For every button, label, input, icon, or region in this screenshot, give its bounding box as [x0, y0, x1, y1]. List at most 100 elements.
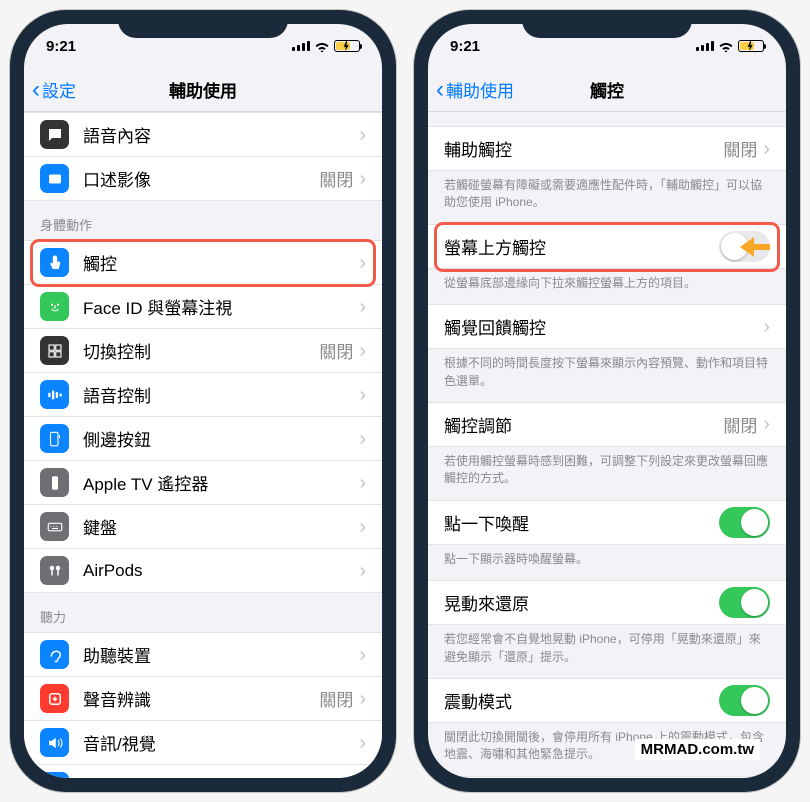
- chevron-right-icon: ›: [359, 385, 366, 405]
- row-tap-to-wake[interactable]: 點一下喚醒: [428, 501, 786, 545]
- sidebtn-icon: [40, 424, 69, 453]
- row-value: 關閉: [319, 686, 353, 711]
- row-label: 晃動來還原: [444, 590, 719, 615]
- row-touch-accommodations[interactable]: 觸控調節 關閉 ›: [428, 403, 786, 447]
- chevron-right-icon: ›: [359, 777, 366, 779]
- row-side-button[interactable]: 側邊按鈕 ›: [24, 417, 382, 461]
- chevron-right-icon: ›: [359, 341, 366, 361]
- chevron-right-icon: ›: [763, 317, 770, 337]
- row-touch[interactable]: 觸控 ›: [24, 241, 382, 285]
- row-label: 語音控制: [83, 382, 359, 407]
- footer-accom: 若使用觸控螢幕時感到困難，可調整下列設定來更改螢幕回應觸控的方式。: [428, 447, 786, 500]
- row-hearing-devices[interactable]: 助聽裝置 ›: [24, 633, 382, 677]
- row-faceid[interactable]: Face ID 與螢幕注視 ›: [24, 285, 382, 329]
- row-value: 關閉: [723, 412, 757, 437]
- row-value: 關閉: [319, 338, 353, 363]
- audiodesc-icon: [40, 164, 69, 193]
- row-label: 輔助觸控: [444, 136, 723, 161]
- row-label: 螢幕上方觸控: [444, 234, 719, 259]
- row-assistive-touch[interactable]: 輔助觸控 關閉 ›: [428, 127, 786, 171]
- row-label: 字幕與隱藏式字幕: [83, 774, 359, 778]
- keyboard-icon: [40, 512, 69, 541]
- row-subtitles[interactable]: 字幕與隱藏式字幕 ›: [24, 765, 382, 778]
- signal-icon: [696, 41, 714, 51]
- faceid-icon: [40, 292, 69, 321]
- status-right: [696, 40, 764, 52]
- row-label: 觸控調節: [444, 412, 723, 437]
- row-label: 鍵盤: [83, 514, 359, 539]
- row-airpods[interactable]: AirPods ›: [24, 549, 382, 593]
- left-content[interactable]: 語音內容 › 口述影像 關閉 › 身體動作 觸控 ›: [24, 112, 382, 778]
- back-button[interactable]: ‹ 設定: [32, 77, 76, 102]
- toggle-tap-to-wake[interactable]: [719, 507, 770, 538]
- right-screen: 9:21 ‹ 輔助使用 觸控 輔助觸控 關閉 › 若觸碰螢幕有障礙或: [428, 24, 786, 778]
- row-spoken-content[interactable]: 語音內容 ›: [24, 113, 382, 157]
- chevron-left-icon: ‹: [32, 78, 40, 102]
- chevron-right-icon: ›: [359, 561, 366, 581]
- row-label: 助聽裝置: [83, 642, 359, 667]
- row-label: Face ID 與螢幕注視: [83, 294, 359, 319]
- row-appletv-remote[interactable]: Apple TV 遙控器 ›: [24, 461, 382, 505]
- row-label: 聲音辨識: [83, 686, 319, 711]
- status-right: [292, 40, 360, 52]
- chevron-right-icon: ›: [359, 473, 366, 493]
- row-haptic-touch[interactable]: 觸覺回饋觸控 ›: [428, 305, 786, 349]
- sound-icon: [40, 684, 69, 713]
- back-label: 設定: [42, 77, 76, 102]
- row-label: 音訊/視覺: [83, 730, 359, 755]
- row-value: 關閉: [319, 166, 353, 191]
- row-vibration[interactable]: 震動模式: [428, 679, 786, 723]
- row-value: 關閉: [723, 136, 757, 161]
- row-switch-control[interactable]: 切換控制 關閉 ›: [24, 329, 382, 373]
- notch: [118, 10, 288, 38]
- row-reachability[interactable]: 螢幕上方觸控: [428, 225, 786, 269]
- notch: [522, 10, 692, 38]
- back-button[interactable]: ‹ 輔助使用: [436, 77, 514, 102]
- switch-icon: [40, 336, 69, 365]
- nav-bar: ‹ 輔助使用 觸控: [428, 68, 786, 112]
- row-label: 觸控: [83, 250, 359, 275]
- footer-taptowake: 點一下顯示器時喚醒螢幕。: [428, 545, 786, 580]
- row-shake-to-undo[interactable]: 晃動來還原: [428, 581, 786, 625]
- chevron-right-icon: ›: [359, 297, 366, 317]
- status-time: 9:21: [450, 38, 480, 55]
- row-audio-visual[interactable]: 音訊/視覺 ›: [24, 721, 382, 765]
- arrow-left-icon: [738, 235, 772, 259]
- chevron-right-icon: ›: [359, 645, 366, 665]
- row-sound-recognition[interactable]: 聲音辨識 關閉 ›: [24, 677, 382, 721]
- row-audio-descriptions[interactable]: 口述影像 關閉 ›: [24, 157, 382, 201]
- wifi-icon: [314, 40, 330, 52]
- chevron-right-icon: ›: [359, 689, 366, 709]
- section-header-physical: 身體動作: [24, 201, 382, 240]
- chevron-right-icon: ›: [359, 429, 366, 449]
- footer-reachability: 從螢幕底部邊緣向下拉來觸控螢幕上方的項目。: [428, 269, 786, 304]
- row-label: 震動模式: [444, 688, 719, 713]
- footer-assistive: 若觸碰螢幕有障礙或需要適應性配件時，「輔助觸控」可以協助您使用 iPhone。: [428, 171, 786, 224]
- toggle-vibration[interactable]: [719, 685, 770, 716]
- chevron-right-icon: ›: [763, 139, 770, 159]
- row-voice-control[interactable]: 語音控制 ›: [24, 373, 382, 417]
- right-content[interactable]: 輔助觸控 關閉 › 若觸碰螢幕有障礙或需要適應性配件時，「輔助觸控」可以協助您使…: [428, 112, 786, 778]
- chevron-right-icon: ›: [359, 253, 366, 273]
- section-header-hearing: 聽力: [24, 593, 382, 632]
- footer-shake: 若您經常會不自覺地晃動 iPhone，可停用「晃動來還原」來避免顯示「還原」提示…: [428, 625, 786, 678]
- row-label: 觸覺回饋觸控: [444, 314, 763, 339]
- row-label: 語音內容: [83, 122, 359, 147]
- right-phone: 9:21 ‹ 輔助使用 觸控 輔助觸控 關閉 › 若觸碰螢幕有障礙或: [414, 10, 800, 792]
- row-label: 側邊按鈕: [83, 426, 359, 451]
- battery-icon: [334, 40, 360, 52]
- row-keyboard[interactable]: 鍵盤 ›: [24, 505, 382, 549]
- chevron-right-icon: ›: [359, 169, 366, 189]
- speech-icon: [40, 120, 69, 149]
- battery-icon: [738, 40, 764, 52]
- row-call-audio-routing[interactable]: 來電語音傳送 自動 ›: [428, 777, 786, 778]
- back-label: 輔助使用: [446, 77, 514, 102]
- row-label: 點一下喚醒: [444, 510, 719, 535]
- chevron-right-icon: ›: [359, 733, 366, 753]
- toggle-shake-to-undo[interactable]: [719, 587, 770, 618]
- signal-icon: [292, 41, 310, 51]
- chevron-right-icon: ›: [763, 414, 770, 434]
- wifi-icon: [718, 40, 734, 52]
- row-label: Apple TV 遙控器: [83, 470, 359, 495]
- hearing-icon: [40, 640, 69, 669]
